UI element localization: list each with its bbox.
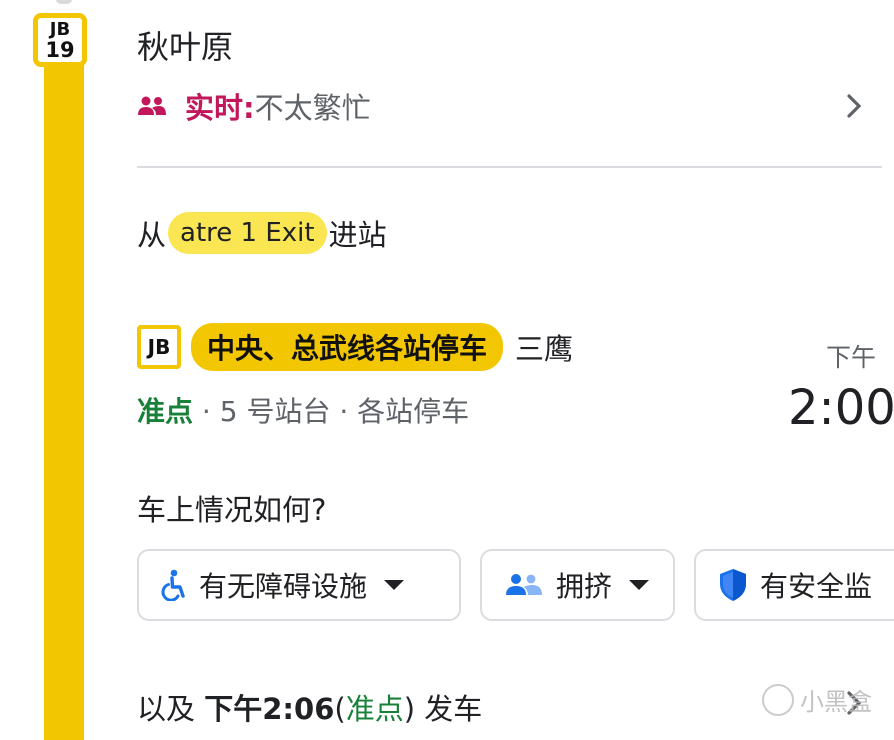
next-departure-close-paren: ) — [403, 692, 416, 726]
watermark: 小黑盒 — [762, 682, 872, 717]
shield-icon — [720, 569, 746, 601]
line-code-badge: JB — [137, 325, 181, 369]
next-departure-row[interactable]: 以及 下午2:06(准点) 发车 — [137, 686, 482, 728]
accessibility-chip[interactable]: 有无障碍设施 — [137, 549, 461, 621]
watermark-logo-icon — [762, 683, 794, 716]
train-destination: 三鹰 — [515, 332, 574, 366]
top-connector-dot — [56, 0, 72, 4]
train-line-row[interactable]: JB 中央、总武线各站停车 三鹰 — [137, 323, 573, 371]
section-divider — [137, 166, 882, 168]
security-chip-label: 有安全监 — [760, 570, 873, 603]
entry-instruction: 从 atre 1 Exit 进站 — [137, 212, 387, 254]
chevron-right-icon[interactable] — [846, 93, 862, 119]
platform-details: · 5 号站台 · 各站停车 — [201, 395, 470, 428]
station-name[interactable]: 秋叶原 — [137, 22, 233, 68]
next-departure-suffix: 发车 — [424, 692, 483, 726]
train-status-row: 准点 · 5 号站台 · 各站停车 — [137, 390, 469, 430]
feedback-question: 车上情况如何? — [137, 493, 327, 527]
crowded-chip[interactable]: 拥挤 — [480, 549, 675, 621]
exit-chip[interactable]: atre 1 Exit — [168, 212, 327, 254]
accessibility-chip-label: 有无障碍设施 — [199, 570, 368, 603]
realtime-label: 实时: — [185, 91, 255, 125]
realtime-crowd-row[interactable]: 实时: 不太繁忙 — [137, 86, 371, 126]
departure-ampm: 下午 — [826, 343, 877, 372]
crowded-chip-label: 拥挤 — [556, 570, 613, 603]
watermark-text: 小黑盒 — [800, 688, 872, 716]
next-departure-time: 下午2:06 — [204, 692, 335, 726]
crowd-level-value: 不太繁忙 — [254, 91, 371, 125]
line-name-pill: 中央、总武线各站停车 — [191, 323, 504, 371]
next-departure-open-paren: ( — [334, 692, 346, 726]
wheelchair-icon — [161, 569, 185, 601]
next-departure-status: 准点 — [345, 692, 404, 726]
departure-time: 2:00 — [788, 380, 894, 436]
station-badge: JB 19 — [33, 13, 87, 67]
entry-prefix: 从 — [137, 218, 167, 252]
next-departure-prefix: 以及 — [137, 692, 196, 726]
people-icon — [506, 574, 542, 595]
dropdown-arrow-icon — [629, 580, 650, 590]
station-badge-number: 19 — [45, 38, 75, 62]
ontime-status: 准点 — [137, 395, 194, 428]
security-chip[interactable]: 有安全监 — [694, 549, 894, 621]
station-badge-code: JB — [49, 19, 71, 40]
dropdown-arrow-icon — [384, 580, 405, 590]
entry-suffix: 进站 — [328, 218, 387, 252]
people-icon — [138, 96, 166, 115]
route-line-bar — [44, 40, 84, 740]
